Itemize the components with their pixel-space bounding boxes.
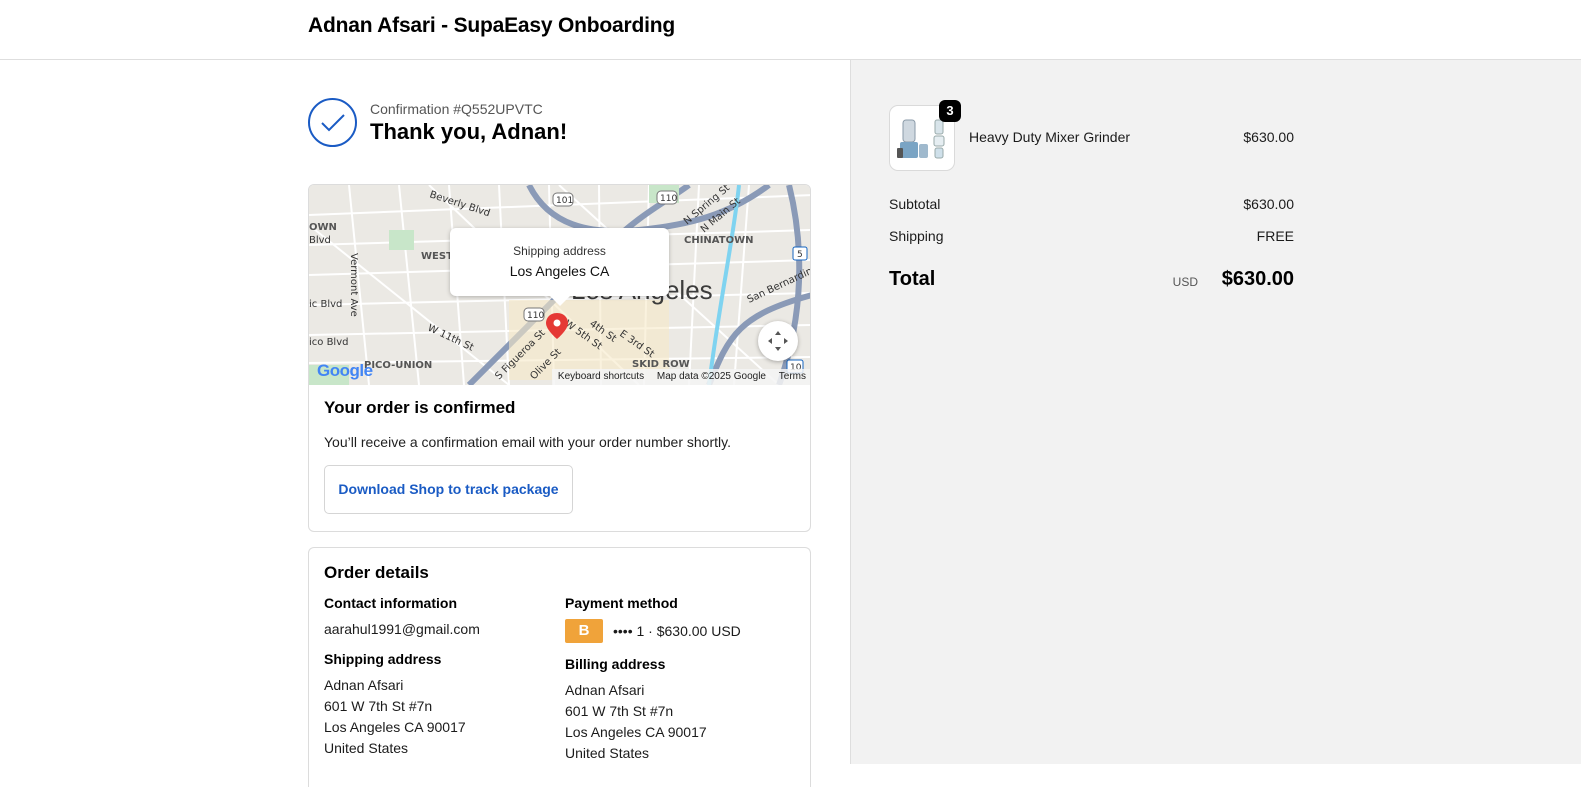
billing-address: Adnan Afsari 601 W 7th St #7n Los Angele… [565, 680, 795, 764]
shipping-line: 601 W 7th St #7n [324, 698, 433, 714]
order-summary: 3 Heavy Duty Mixer Grinder $630.00 Subto… [889, 100, 1294, 298]
svg-text:5: 5 [797, 250, 803, 260]
shipping-label: Shipping [889, 228, 944, 244]
google-logo-text: Google [317, 361, 373, 380]
svg-text:CHINATOWN: CHINATOWN [684, 235, 753, 246]
popup-value: Los Angeles CA [509, 263, 610, 279]
billing-line: 601 W 7th St #7n [565, 703, 674, 719]
order-status-card: Beverly Blvd Vermont Ave W 11th St S Fig… [308, 184, 811, 532]
shipping-row: Shipping FREE [889, 228, 1294, 248]
shipping-address: Adnan Afsari 601 W 7th St #7n Los Angele… [324, 675, 554, 759]
quantity-badge: 3 [939, 100, 961, 122]
store-title: Adnan Afsari - SupaEasy Onboarding [308, 14, 675, 37]
payment-badge-icon: B [565, 619, 603, 643]
svg-text:Vermont Ave: Vermont Ave [348, 253, 359, 317]
svg-text:ico Blvd: ico Blvd [309, 337, 348, 348]
check-circle-icon [308, 98, 357, 147]
order-confirmed-description: You’ll receive a confirmation email with… [324, 434, 731, 450]
svg-text:OWN: OWN [309, 222, 337, 233]
svg-text:ic Blvd: ic Blvd [309, 299, 342, 310]
shipping-line: United States [324, 740, 409, 756]
subtotal-row: Subtotal $630.00 [889, 196, 1294, 216]
billing-line: Los Angeles CA 90017 [565, 724, 707, 740]
product-name: Heavy Duty Mixer Grinder [969, 129, 1131, 145]
payment-text: •••• 1 · $630.00 USD [613, 623, 741, 639]
order-confirmed-title: Your order is confirmed [324, 398, 516, 417]
billing-line: United States [565, 745, 650, 761]
terms-link[interactable]: Terms [779, 371, 806, 382]
fullscreen-button[interactable] [758, 321, 798, 361]
svg-text:101: 101 [556, 196, 573, 206]
order-confirmed-section: Your order is confirmed You’ll receive a… [324, 398, 794, 514]
map-popup: Shipping address Los Angeles CA [450, 228, 669, 306]
thank-you-heading: Thank you, Adnan! [370, 119, 568, 144]
expand-icon [768, 331, 788, 351]
confirmation-header: Confirmation #Q552UPVTC Thank you, Adnan… [308, 98, 811, 148]
svg-text:110: 110 [660, 194, 677, 204]
map-data-text: Map data ©2025 Google [656, 371, 766, 382]
total-value: $630.00 [1221, 268, 1294, 290]
shipping-address-label: Shipping address [324, 651, 442, 667]
map-footer: Keyboard shortcuts Map data ©2025 Google… [551, 369, 810, 385]
svg-text:PICO-UNION: PICO-UNION [364, 360, 432, 371]
shipping-map[interactable]: Beverly Blvd Vermont Ave W 11th St S Fig… [309, 185, 810, 385]
contact-info-label: Contact information [324, 595, 457, 611]
confirmation-number: Confirmation #Q552UPVTC [370, 101, 543, 117]
subtotal-value: $630.00 [1243, 196, 1294, 212]
details-column-left: Contact information aarahul1991@gmail.co… [324, 595, 554, 759]
svg-text:110: 110 [527, 311, 544, 321]
details-column-right: Payment method B •••• 1 · $630.00 USD Bi… [565, 595, 795, 764]
subtotal-label: Subtotal [889, 196, 941, 212]
download-shop-button[interactable]: Download Shop to track package [324, 465, 573, 514]
product-line-item: 3 Heavy Duty Mixer Grinder $630.00 [889, 100, 1294, 171]
total-row: Total USD $630.00 [889, 268, 1294, 298]
svg-text:Blvd: Blvd [309, 235, 331, 246]
billing-line: Adnan Afsari [565, 682, 645, 698]
popup-label: Shipping address [513, 244, 606, 258]
payment-row: B •••• 1 · $630.00 USD [565, 619, 795, 643]
shipping-line: Adnan Afsari [324, 677, 404, 693]
order-details-title: Order details [324, 563, 429, 582]
google-logo: Google [317, 361, 373, 381]
order-details-card: Order details Contact information aarahu… [308, 547, 811, 787]
keyboard-shortcuts-link[interactable]: Keyboard shortcuts [558, 371, 644, 382]
payment-method-label: Payment method [565, 595, 678, 611]
shipping-value: FREE [1256, 228, 1294, 244]
product-price: $630.00 [1243, 129, 1294, 145]
total-label: Total [889, 268, 936, 290]
top-header: Adnan Afsari - SupaEasy Onboarding [0, 0, 1581, 60]
shipping-line: Los Angeles CA 90017 [324, 719, 466, 735]
total-currency: USD [1172, 275, 1198, 289]
billing-address-label: Billing address [565, 656, 666, 672]
svg-text:WEST: WEST [421, 251, 453, 262]
contact-email: aarahul1991@gmail.com [324, 621, 480, 637]
